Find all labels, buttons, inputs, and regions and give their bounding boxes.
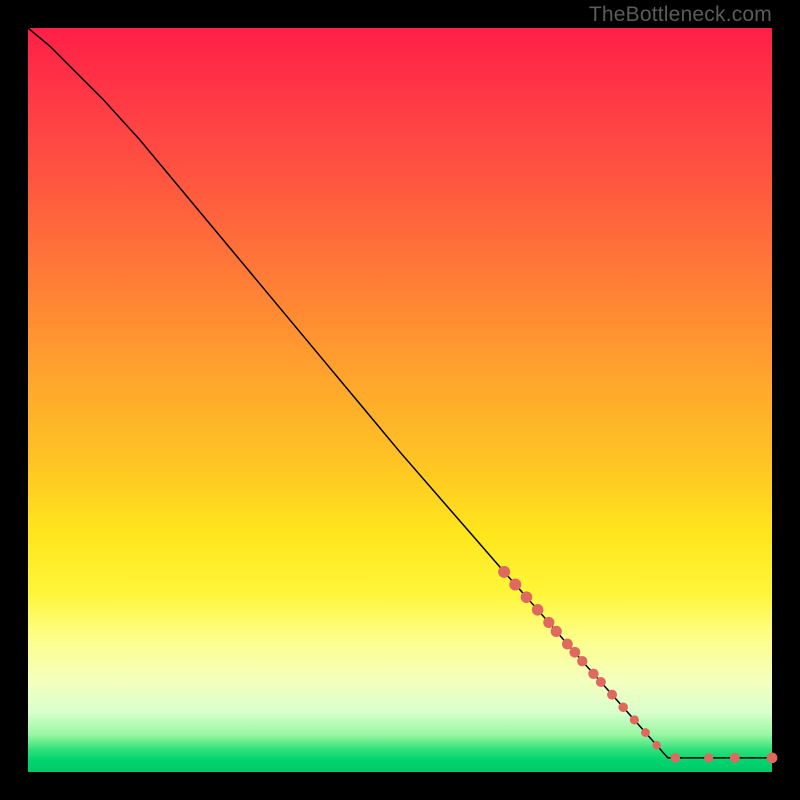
data-marker <box>498 566 510 578</box>
chart-frame: TheBottleneck.com <box>0 0 800 800</box>
attribution-label: TheBottleneck.com <box>589 3 772 27</box>
data-marker <box>607 690 617 700</box>
chart-svg <box>28 28 772 772</box>
marker-group <box>498 566 777 763</box>
data-marker <box>562 639 573 650</box>
data-marker <box>588 669 598 679</box>
data-marker <box>730 753 740 763</box>
curve-line <box>28 28 772 758</box>
data-marker <box>618 702 628 712</box>
data-marker <box>532 604 544 616</box>
data-marker <box>767 752 778 763</box>
data-marker <box>543 617 554 628</box>
plot-area <box>28 28 772 772</box>
data-marker <box>577 656 587 666</box>
data-marker <box>652 741 660 749</box>
data-marker <box>551 626 562 637</box>
data-marker <box>509 579 521 591</box>
data-marker <box>641 728 650 737</box>
data-marker <box>569 647 580 658</box>
data-marker <box>596 677 606 687</box>
data-marker <box>521 591 533 603</box>
data-marker <box>704 753 713 762</box>
data-marker <box>630 715 639 724</box>
data-marker <box>670 753 680 763</box>
